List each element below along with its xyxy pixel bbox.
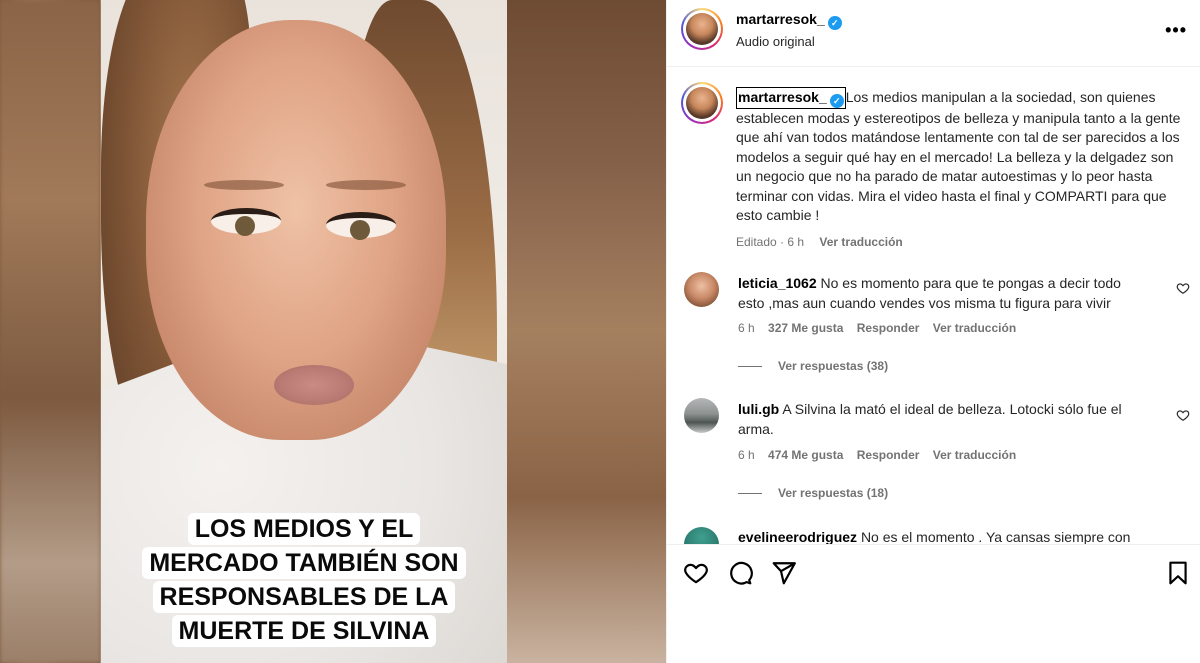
view-replies-button[interactable]: Ver respuestas (18) xyxy=(738,486,888,500)
avatar-image xyxy=(686,13,718,45)
reply-button[interactable]: Responder xyxy=(857,321,920,335)
right-eye xyxy=(326,212,396,240)
author-avatar[interactable] xyxy=(681,8,723,50)
comment-text: leticia_1062 No es momento para que te p… xyxy=(738,273,1148,313)
comment-meta: 6 h 327 Me gusta Responder Ver traducció… xyxy=(738,321,1026,335)
blurred-background-right xyxy=(506,0,666,663)
comment-icon[interactable] xyxy=(727,560,753,586)
comment-likes[interactable]: 474 Me gusta xyxy=(768,448,843,462)
caption-translate-link[interactable]: Ver traducción xyxy=(819,235,902,249)
overlay-line: RESPONSABLES DE LA xyxy=(152,581,456,613)
right-eyebrow xyxy=(326,180,406,190)
left-eye xyxy=(211,208,281,236)
commenter-avatar[interactable] xyxy=(684,272,719,307)
replies-divider xyxy=(738,366,762,368)
commenter-username-link[interactable]: leticia_1062 xyxy=(738,275,817,291)
reply-button[interactable]: Responder xyxy=(857,448,920,462)
more-options-icon[interactable]: ••• xyxy=(1165,20,1187,41)
left-eyebrow xyxy=(204,180,284,190)
caption-avatar[interactable] xyxy=(681,82,723,124)
comment-time: 6 h xyxy=(738,321,755,335)
verified-badge-icon: ✓ xyxy=(829,94,844,108)
blurred-background-left xyxy=(0,0,101,663)
commenter-username-link[interactable]: evelineerodriguez xyxy=(738,529,857,544)
avatar-image xyxy=(686,87,718,119)
caption-username[interactable]: martarresok_ xyxy=(738,89,827,105)
view-replies-label[interactable]: Ver respuestas (18) xyxy=(778,486,888,500)
comment-time: 6 h xyxy=(738,448,755,462)
video-caption-overlay: LOS MEDIOS Y EL MERCADO TAMBIÉN SON RESP… xyxy=(134,512,474,648)
comment-body: A Silvina la mató el ideal de belleza. L… xyxy=(738,401,1122,437)
comment-translate-link[interactable]: Ver traducción xyxy=(933,448,1016,462)
post-side-panel: martarresok_ ✓ Audio original ••• martarr… xyxy=(666,0,1200,663)
post-actions-bar xyxy=(667,544,1200,663)
replies-divider xyxy=(738,493,762,495)
commenter-username-link[interactable]: luli.gb xyxy=(738,401,779,417)
author-info: martarresok_ ✓ Audio original xyxy=(736,11,842,49)
caption-username-link[interactable]: martarresok_ ✓ xyxy=(736,87,846,109)
post-header: martarresok_ ✓ Audio original ••• xyxy=(667,0,1200,67)
comment-item: evelineerodriguez No es el momento . Ya … xyxy=(667,526,1200,544)
comment-body: No es el momento . Ya cansas siempre con xyxy=(860,529,1131,544)
heart-icon[interactable] xyxy=(683,560,709,586)
comment-meta: 6 h 474 Me gusta Responder Ver traducció… xyxy=(738,448,1026,462)
caption-meta: Editado · 6 h Ver traducción xyxy=(736,233,1181,252)
caption-body: Los medios manipulan a la sociedad, son … xyxy=(736,89,1181,224)
reel-media[interactable]: LOS MEDIOS Y EL MERCADO TAMBIÉN SON RESP… xyxy=(0,0,666,663)
author-username-link[interactable]: martarresok_ xyxy=(736,11,825,27)
overlay-line: MERCADO TAMBIÉN SON xyxy=(142,547,466,579)
audio-label[interactable]: Audio original xyxy=(736,34,842,49)
overlay-line: MUERTE DE SILVINA xyxy=(171,615,437,647)
caption-edited: Editado · 6 h xyxy=(736,235,805,250)
comment-text: luli.gb A Silvina la mató el ideal de be… xyxy=(738,399,1148,439)
view-replies-label[interactable]: Ver respuestas (38) xyxy=(778,359,888,373)
caption-text: martarresok_ ✓ Los medios manipulan a la s… xyxy=(736,87,1181,253)
commenter-avatar[interactable] xyxy=(684,527,719,544)
paper-plane-icon[interactable] xyxy=(771,560,797,586)
lips xyxy=(274,365,354,405)
verified-badge-icon: ✓ xyxy=(827,16,842,30)
comment-likes[interactable]: 327 Me gusta xyxy=(768,321,843,335)
comment-like-heart-icon[interactable] xyxy=(1176,408,1190,422)
comment-like-heart-icon[interactable] xyxy=(1176,281,1190,295)
comment-translate-link[interactable]: Ver traducción xyxy=(933,321,1016,335)
comment-text: evelineerodriguez No es el momento . Ya … xyxy=(738,527,1148,544)
face xyxy=(146,20,446,440)
bookmark-icon[interactable] xyxy=(1165,560,1191,586)
commenter-avatar[interactable] xyxy=(684,398,719,433)
overlay-line: LOS MEDIOS Y EL xyxy=(187,513,421,545)
view-replies-button[interactable]: Ver respuestas (38) xyxy=(738,359,888,373)
